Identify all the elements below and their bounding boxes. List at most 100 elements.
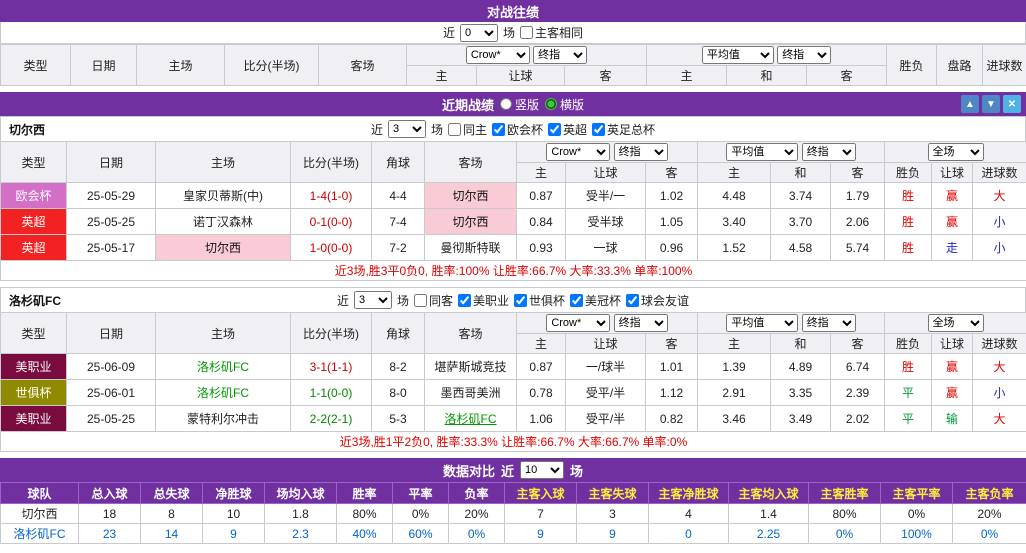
result-value: 平 [885, 380, 932, 406]
home-team[interactable]: 洛杉矶FC [156, 380, 291, 406]
avg-stage-select[interactable]: 终指 [802, 143, 856, 161]
checkbox-input[interactable] [448, 123, 461, 136]
home-team[interactable]: 切尔西 [156, 235, 291, 261]
checkbox-input[interactable] [514, 294, 527, 307]
corner-score: 4-4 [372, 183, 425, 209]
lafc-filter-same-away[interactable]: 同客 [414, 292, 453, 309]
checkbox-input[interactable] [626, 294, 639, 307]
bookmaker-select[interactable]: Crow* [466, 46, 530, 64]
view-horizontal-label: 横版 [560, 96, 584, 113]
col-date: 日期 [67, 313, 156, 354]
view-horizontal-radio[interactable]: 横版 [545, 96, 584, 113]
bookmaker-select[interactable]: Crow* [546, 314, 610, 332]
home-team[interactable]: 诺丁汉森林 [156, 209, 291, 235]
away-team[interactable]: 墨西哥美洲 [425, 380, 517, 406]
col-goals: 进球数 [983, 45, 1026, 86]
compare-header-row: 球队 总入球 总失球 净胜球 场均入球 胜率 平率 负率 主客入球 主客失球 主… [1, 483, 1026, 504]
checkbox-label: 球会友谊 [641, 292, 689, 309]
col-goals-per-game: 场均入球 [265, 483, 337, 504]
avg-select[interactable]: 平均值 [702, 46, 774, 64]
fulltime-select[interactable]: 全场 [928, 143, 984, 161]
match-score[interactable]: 1-0(0-0) [291, 235, 372, 261]
team-name: 切尔西 [1, 504, 79, 524]
handicap-result: 赢 [932, 209, 973, 235]
close-button[interactable]: ✕ [1003, 95, 1021, 113]
away-team[interactable]: 切尔西 [425, 183, 517, 209]
home-team[interactable]: 蒙特利尔冲击 [156, 406, 291, 432]
avg-select[interactable]: 平均值 [726, 314, 798, 332]
lafc-filter-friendly[interactable]: 球会友谊 [626, 292, 689, 309]
avg-stage-select[interactable]: 终指 [777, 46, 831, 64]
same-homeaway-checkbox[interactable]: 主客相同 [520, 24, 583, 41]
lafc-games-select[interactable]: 3 [354, 291, 392, 309]
summary-row: 近3场,胜3平0负0, 胜率:100% 让胜率:66.7% 大率:33.3% 单… [1, 261, 1026, 281]
col-avg-home: 主 [698, 334, 771, 354]
col-avg-draw: 和 [771, 334, 831, 354]
odds-stage-select[interactable]: 终指 [614, 314, 668, 332]
team-name[interactable]: 洛杉矶FC [1, 524, 79, 544]
avg-stage-select[interactable]: 终指 [802, 314, 856, 332]
stat-value: 0% [809, 524, 881, 544]
away-team[interactable]: 堪萨斯城竞技 [425, 354, 517, 380]
handicap-result: 赢 [932, 354, 973, 380]
chelsea-games-select[interactable]: 3 [388, 120, 426, 138]
odds-home: 0.93 [517, 235, 566, 261]
col-avg-draw: 和 [727, 66, 807, 86]
lafc-filter-cwc[interactable]: 世俱杯 [514, 292, 565, 309]
chelsea-filter-epl[interactable]: 英超 [548, 121, 587, 138]
lafc-filter-concacaf[interactable]: 美冠杯 [570, 292, 621, 309]
col-result: 胜负 [887, 45, 937, 86]
odds-stage-select[interactable]: 终指 [533, 46, 587, 64]
view-vertical-radio[interactable]: 竖版 [500, 96, 539, 113]
avg-draw: 4.89 [771, 354, 831, 380]
col-avg-away: 客 [831, 334, 885, 354]
lafc-filter-mls[interactable]: 美职业 [458, 292, 509, 309]
odds-away: 1.12 [646, 380, 698, 406]
chelsea-filter-same-home[interactable]: 同主 [448, 121, 487, 138]
fulltime-select[interactable]: 全场 [928, 314, 984, 332]
col-corner: 角球 [372, 142, 425, 183]
avg-group-header: 平均值 终指 [698, 142, 885, 163]
match-score[interactable]: 3-1(1-1) [291, 354, 372, 380]
avg-away: 2.06 [831, 209, 885, 235]
avg-select[interactable]: 平均值 [726, 143, 798, 161]
bookmaker-select[interactable]: Crow* [546, 143, 610, 161]
chelsea-filter-conference[interactable]: 欧会杯 [492, 121, 543, 138]
away-team[interactable]: 洛杉矶FC [425, 406, 517, 432]
checkbox-input[interactable] [592, 123, 605, 136]
avg-home: 1.52 [698, 235, 771, 261]
view-vertical-input[interactable] [500, 98, 512, 110]
home-team[interactable]: 皇家贝蒂斯(中) [156, 183, 291, 209]
chelsea-filter-facup[interactable]: 英足总杯 [592, 121, 655, 138]
same-homeaway-input[interactable] [520, 26, 533, 39]
col-goals: 进球数 [973, 334, 1026, 354]
home-team[interactable]: 洛杉矶FC [156, 354, 291, 380]
checkbox-input[interactable] [414, 294, 427, 307]
checkbox-input[interactable] [570, 294, 583, 307]
scroll-up-button[interactable]: ▲ [961, 95, 979, 113]
checkbox-input[interactable] [492, 123, 505, 136]
near-label: 近 [337, 292, 349, 309]
scroll-down-button[interactable]: ▼ [982, 95, 1000, 113]
avg-away: 2.39 [831, 380, 885, 406]
match-score[interactable]: 1-1(0-0) [291, 380, 372, 406]
match-score[interactable]: 2-2(2-1) [291, 406, 372, 432]
odds-stage-select[interactable]: 终指 [614, 143, 668, 161]
view-horizontal-input[interactable] [545, 98, 557, 110]
away-team[interactable]: 切尔西 [425, 209, 517, 235]
checkbox-input[interactable] [458, 294, 471, 307]
match-score[interactable]: 0-1(0-0) [291, 209, 372, 235]
checkbox-input[interactable] [548, 123, 561, 136]
odds-away: 0.96 [646, 235, 698, 261]
odds-home: 1.06 [517, 406, 566, 432]
checkbox-label: 美职业 [473, 292, 509, 309]
view-vertical-label: 竖版 [515, 96, 539, 113]
away-team[interactable]: 曼彻斯特联 [425, 235, 517, 261]
match-score[interactable]: 1-4(1-0) [291, 183, 372, 209]
col-type: 类型 [1, 313, 67, 354]
bar-buttons: ▲ ▼ ✕ [961, 95, 1021, 113]
compare-table: 球队 总入球 总失球 净胜球 场均入球 胜率 平率 负率 主客入球 主客失球 主… [0, 482, 1026, 544]
h2h-games-select[interactable]: 0 [460, 24, 498, 42]
compare-games-select[interactable]: 10 [520, 461, 564, 479]
stat-value: 7 [505, 504, 577, 524]
